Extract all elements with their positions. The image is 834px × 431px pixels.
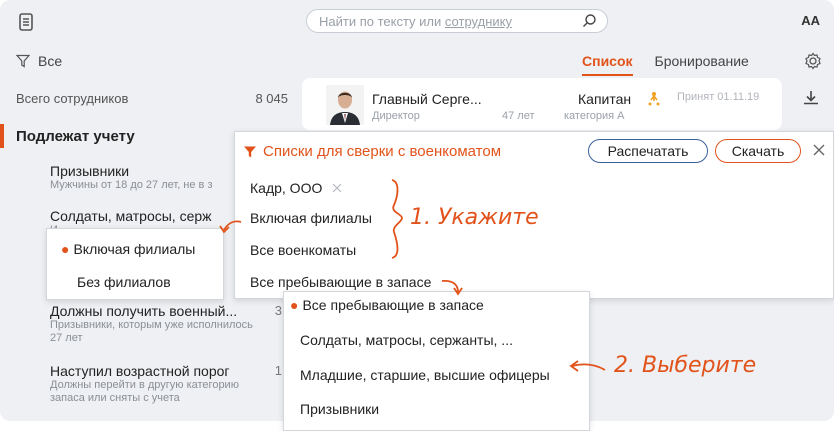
document-icon[interactable] [16, 12, 36, 32]
selected-dot-icon: ● [61, 241, 70, 257]
download-button[interactable]: Скачать [715, 139, 801, 163]
print-button[interactable]: Распечатать [588, 139, 708, 163]
filter-label: Все [38, 53, 63, 69]
employee-name[interactable]: Главный Серге... [372, 91, 482, 107]
search-input[interactable]: Найти по тексту или сотруднику [306, 9, 608, 33]
dialog-title: Списки для сверки с военкоматом [243, 143, 501, 160]
clear-icon[interactable] [332, 183, 342, 193]
employee-age: 47 лет [502, 110, 535, 122]
search-icon[interactable] [581, 13, 597, 29]
selected-dot-icon: ● [290, 297, 299, 313]
commissariat-select[interactable]: Все военкоматы [250, 242, 356, 258]
search-placeholder: Найти по тексту или сотруднику [319, 14, 512, 29]
category-count: 3 [274, 303, 282, 318]
filials-select[interactable]: Включая филиалы [250, 210, 372, 226]
active-indicator [0, 124, 4, 148]
category-subtitle-2: 27 лет [50, 332, 83, 344]
view-tabs: Список Бронирование [582, 53, 749, 76]
organization-select[interactable]: Кадр, ООО [250, 180, 342, 196]
tab-booking[interactable]: Бронирование [655, 53, 749, 69]
employee-position: Директор [372, 110, 420, 122]
reserve-option-soldiers[interactable]: Солдаты, матросы, сержанты, ... [300, 332, 513, 348]
sidebar-item-age-limit[interactable]: Наступил возрастной порог Должны перейти… [50, 363, 282, 405]
filials-option-exclude[interactable]: Без филиалов [77, 274, 171, 290]
sidebar-item-registration[interactable]: Подлежат учету [16, 128, 135, 145]
reserve-option-officers[interactable]: Младшие, старшие, высшие офицеры [300, 367, 550, 383]
reserve-dropdown: ● Все пребывающие в запасе Солдаты, матро… [283, 291, 590, 431]
employee-row[interactable]: Главный Серге... Директор 47 лет Капитан… [302, 78, 782, 130]
employee-rank: Капитан [578, 91, 632, 107]
search-employee-link[interactable]: сотруднику [445, 14, 512, 29]
hint-step-2: 2. Выберите [614, 353, 757, 378]
total-count: 8 045 [255, 91, 288, 106]
avatar [326, 85, 364, 125]
tab-list[interactable]: Список [582, 53, 633, 76]
reserve-status-icon [648, 92, 660, 106]
category-title: Должны получить военный... [50, 303, 238, 319]
total-employees[interactable]: Всего сотрудников 8 045 [16, 91, 288, 106]
reserve-option-all[interactable]: ● Все пребывающие в запасе [290, 297, 484, 313]
filials-dropdown: ● Включая филиалы Без филиалов [46, 228, 224, 300]
category-subtitle: Призывники, которым уже исполнилось [50, 319, 253, 331]
reserve-select[interactable]: Все пребывающие в запасе [250, 274, 431, 290]
sidebar-item-military-id[interactable]: Должны получить военный... Призывники, к… [50, 303, 282, 345]
organization-value: Кадр, ООО [250, 180, 323, 196]
category-subtitle: Должны перейти в другую категорию [50, 379, 239, 391]
hint-step-1: 1. Укажите [410, 205, 539, 230]
funnel-icon [16, 54, 30, 68]
employee-hire-date: Принят 01.11.19 [677, 91, 760, 103]
dialog-title-text: Списки для сверки с военкоматом [263, 143, 502, 160]
filter-all[interactable]: Все [16, 53, 62, 69]
close-icon[interactable] [811, 142, 827, 158]
download-icon[interactable] [802, 89, 820, 107]
total-label: Всего сотрудников [16, 91, 129, 106]
category-count: 1 [274, 363, 282, 378]
category-subtitle-2: запаса или сняты с учета [50, 392, 180, 404]
reserve-option-conscripts[interactable]: Призывники [300, 401, 379, 417]
filials-option-include[interactable]: ● Включая филиалы [61, 241, 195, 257]
category-title: Наступил возрастной порог [50, 363, 230, 379]
font-size-button[interactable]: AA [801, 13, 820, 28]
gear-icon[interactable] [804, 52, 822, 70]
funnel-icon [244, 146, 256, 157]
employee-category: категория А [564, 110, 625, 122]
